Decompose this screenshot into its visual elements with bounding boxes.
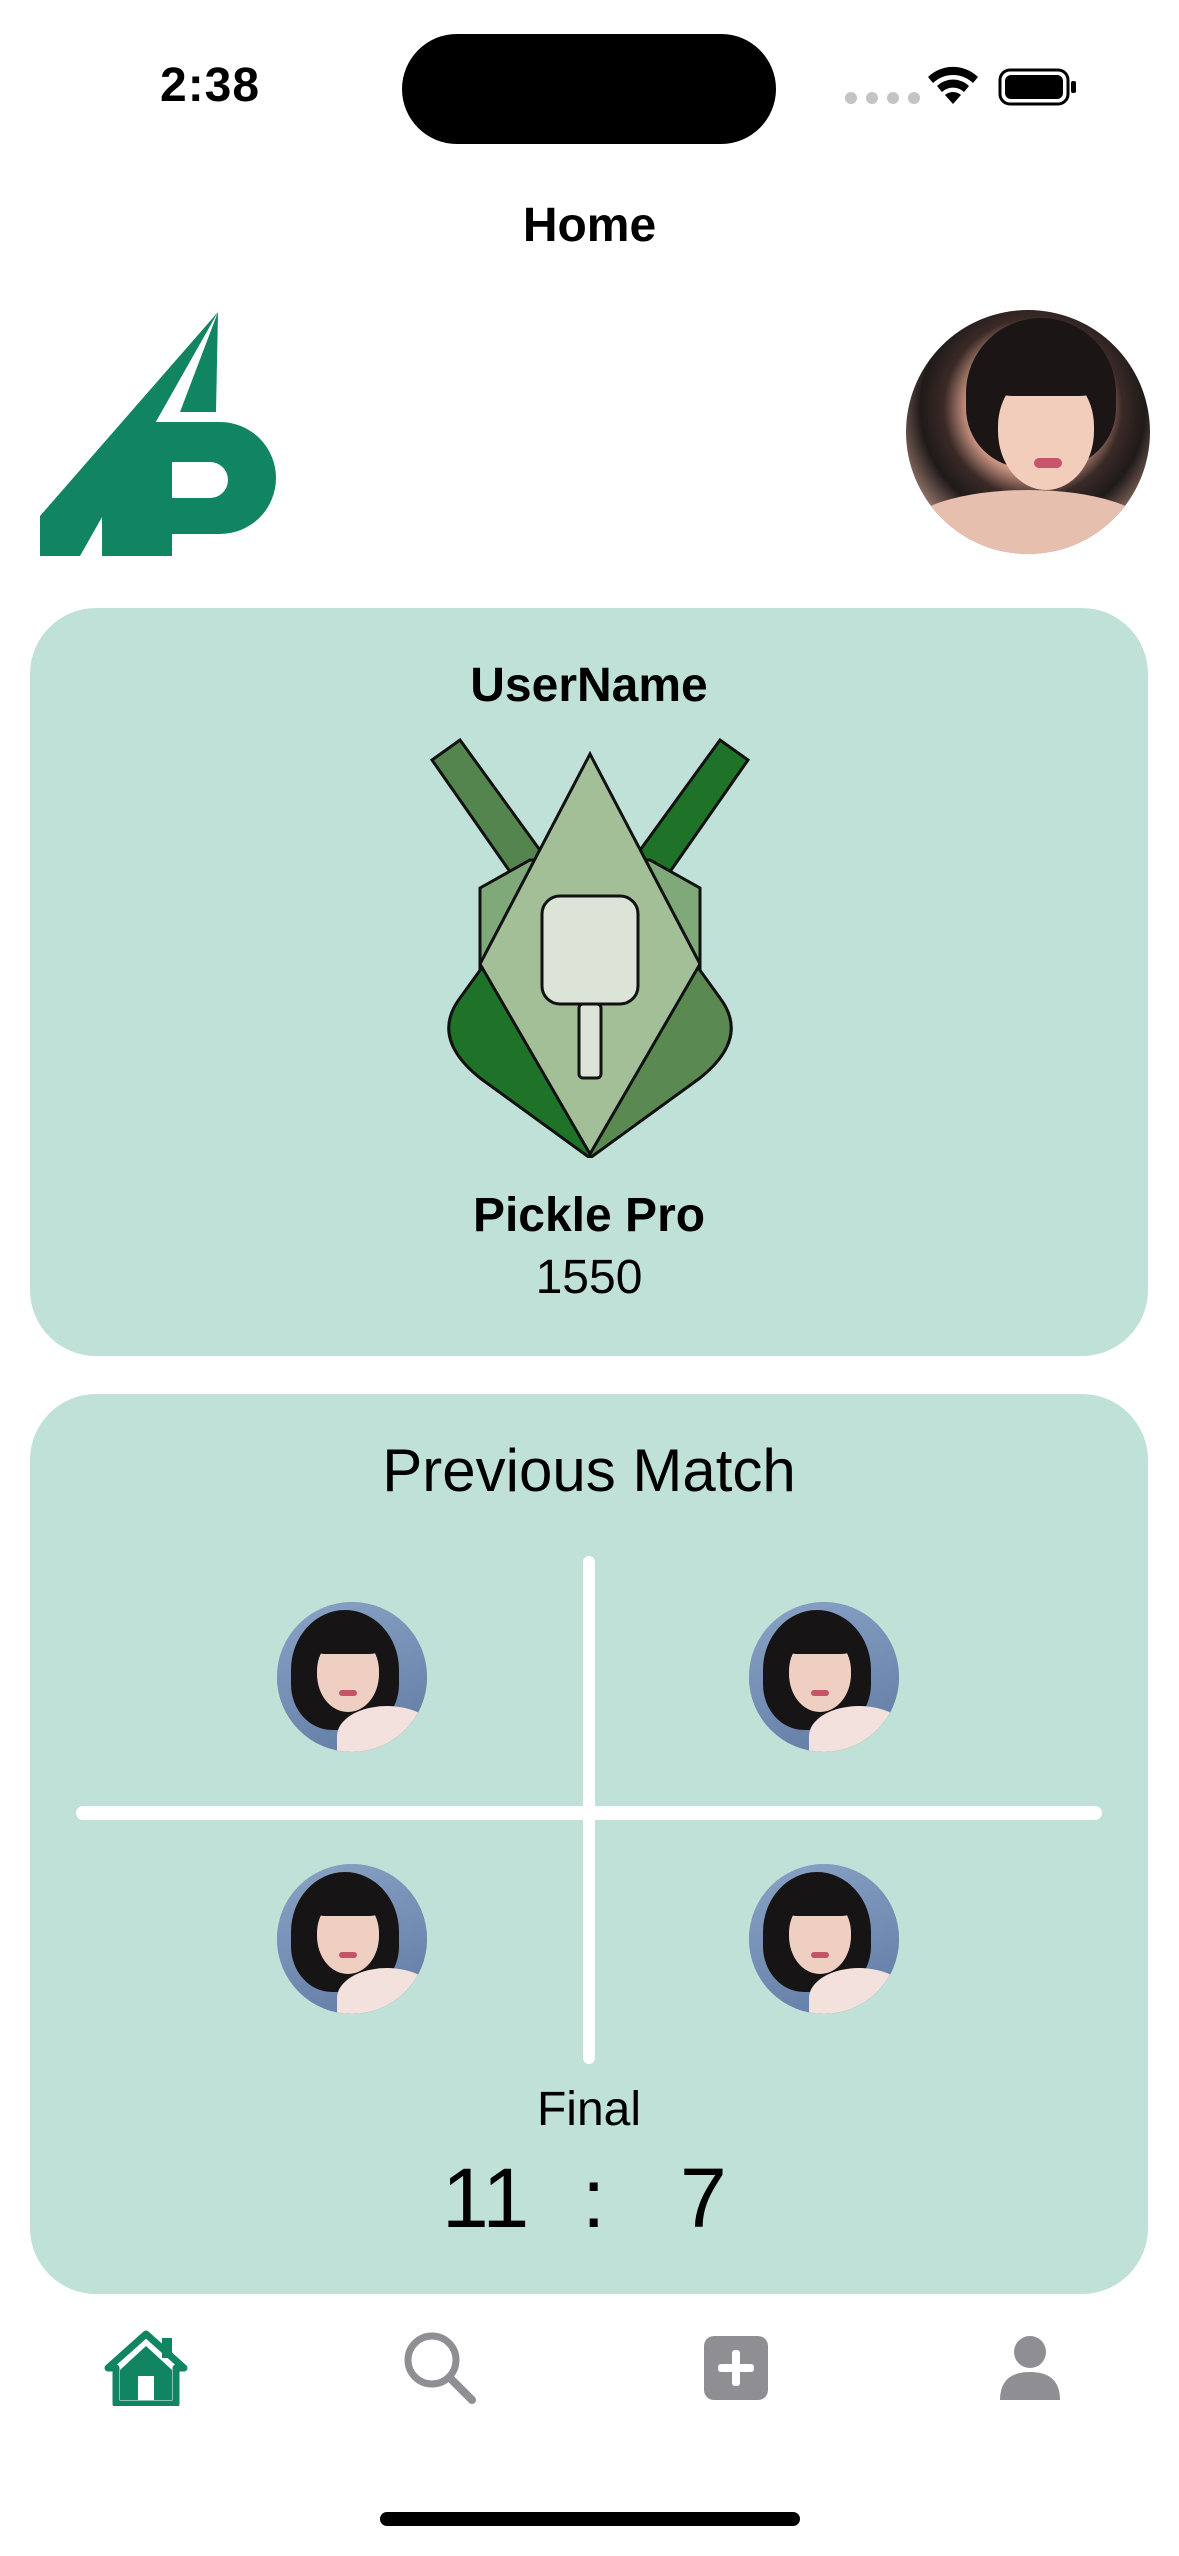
person-icon [1000, 2336, 1060, 2400]
court-divider-horizontal [76, 1806, 1102, 1820]
rank-rating: 1550 [535, 1251, 643, 1304]
tab-search[interactable] [390, 2318, 490, 2418]
wifi-icon [928, 66, 978, 104]
pickleball-rank-badge-icon [429, 738, 751, 1158]
home-screen: 2:38 Home UserName Pickle Pro 1550 Previ… [0, 0, 1179, 2556]
username: UserName [470, 659, 708, 712]
status-time: 2:38 [160, 59, 261, 112]
player-avatar[interactable] [749, 1864, 899, 2014]
home-indicator [380, 2512, 800, 2526]
tab-add[interactable] [686, 2318, 786, 2418]
rank-name: Pickle Pro [472, 1189, 706, 1242]
page-title: Home [522, 199, 657, 252]
magnifying-glass-icon [404, 2332, 476, 2404]
tab-home[interactable] [96, 2318, 196, 2418]
match-title: Previous Match [382, 1437, 796, 1504]
score-team-b: 7 [680, 2151, 727, 2245]
dynamic-island [402, 34, 776, 144]
user-avatar[interactable] [906, 310, 1150, 554]
app-logo [40, 312, 276, 556]
house-icon [104, 2330, 188, 2406]
cellular-signal-icon [845, 92, 920, 104]
profile-card: UserName Pickle Pro 1550 [30, 608, 1148, 1356]
plus-square-icon [704, 2336, 768, 2400]
player-avatar[interactable] [749, 1602, 899, 1752]
score-separator: : [582, 2151, 606, 2245]
player-avatar[interactable] [277, 1864, 427, 2014]
tab-profile[interactable] [980, 2318, 1080, 2418]
previous-match-card[interactable]: Previous Match Final 11 : 7 [30, 1394, 1148, 2294]
battery-icon [998, 68, 1076, 106]
score-team-a: 11 [442, 2151, 530, 2245]
match-status: Final [536, 2083, 642, 2136]
player-avatar[interactable] [277, 1602, 427, 1752]
